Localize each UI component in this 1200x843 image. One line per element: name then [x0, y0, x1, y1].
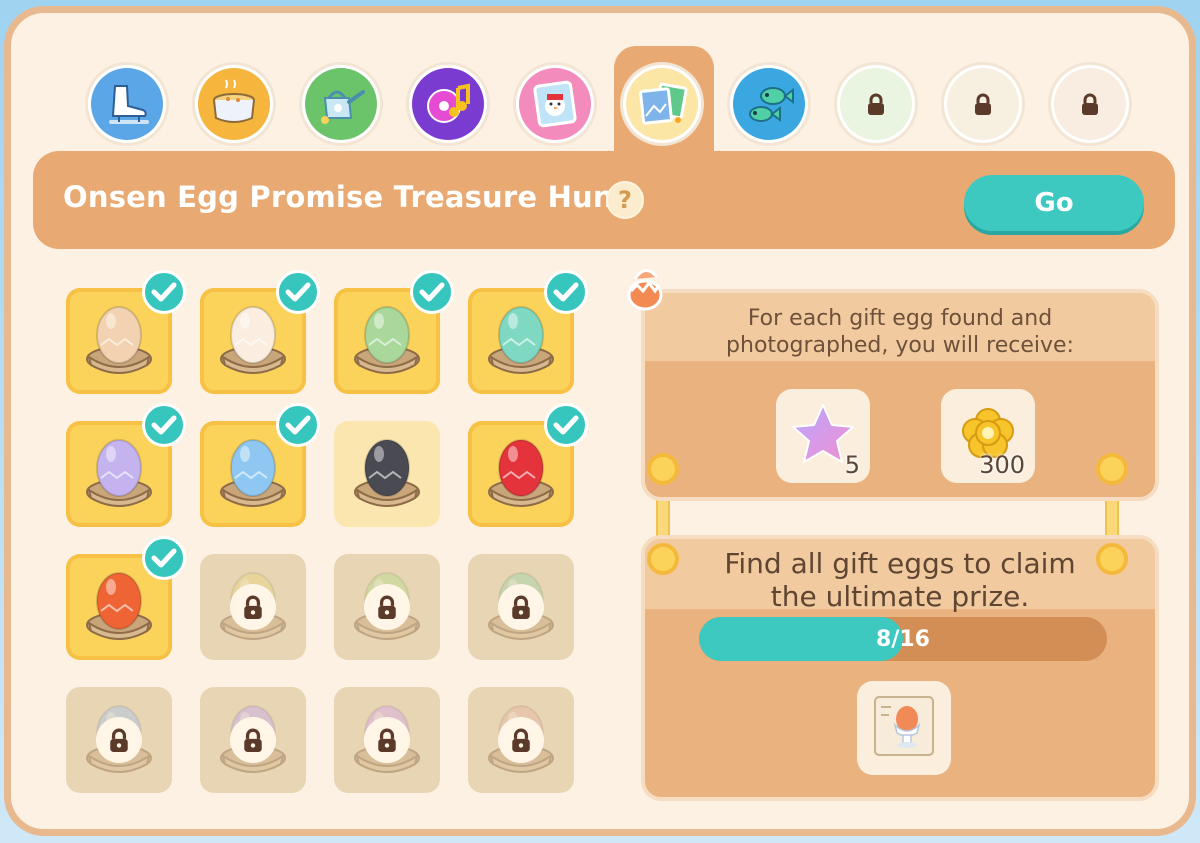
- padlock-icon: [498, 584, 544, 630]
- ice-skate-icon: [91, 68, 163, 140]
- egg-cup-recipe-icon: [867, 689, 941, 767]
- padlock-icon: [972, 93, 994, 115]
- go-button[interactable]: Go: [964, 175, 1144, 231]
- checkmark-icon: [544, 270, 588, 314]
- treasure-hunt-panel: Onsen Egg Promise Treasure Hunt ? Go For…: [4, 6, 1196, 836]
- page-title: Onsen Egg Promise Treasure Hunt: [63, 180, 628, 214]
- event-header: Onsen Egg Promise Treasure Hunt ? Go: [33, 151, 1175, 249]
- padlock-icon: [96, 717, 142, 763]
- category-tabs: [81, 46, 1141, 164]
- connector-knob: [647, 453, 679, 485]
- egg-slot[interactable]: [468, 403, 588, 527]
- tab-locked-2[interactable]: [941, 62, 1025, 146]
- padlock-icon: [230, 584, 276, 630]
- tab-ice-skate[interactable]: [85, 62, 169, 146]
- photo-album-icon: [626, 68, 698, 140]
- tab-locked-3[interactable]: [1048, 62, 1132, 146]
- connector-knob: [1096, 543, 1128, 575]
- snowman-card-icon: [519, 68, 591, 140]
- padlock-icon: [230, 717, 276, 763]
- connector-knob: [1096, 453, 1128, 485]
- prize-text-line1: Find all gift eggs to claim: [724, 547, 1076, 580]
- egg-slot[interactable]: [334, 687, 440, 793]
- padlock-icon: [364, 584, 410, 630]
- egg-slot[interactable]: [66, 270, 186, 394]
- checkmark-icon: [142, 403, 186, 447]
- progress-label: 8/16: [876, 626, 930, 652]
- checkmark-icon: [276, 270, 320, 314]
- padlock-icon: [865, 93, 887, 115]
- checkmark-icon: [142, 536, 186, 580]
- checkmark-icon: [276, 403, 320, 447]
- cracked-egg-icon: [617, 261, 673, 321]
- egg-slot[interactable]: [200, 403, 320, 527]
- egg-slot[interactable]: [468, 270, 588, 394]
- help-button[interactable]: ?: [606, 181, 644, 219]
- soup-pot-icon: [198, 68, 270, 140]
- egg-in-nest-icon: [354, 439, 420, 507]
- egg-slot[interactable]: [200, 270, 320, 394]
- tab-fish[interactable]: [727, 62, 811, 146]
- egg-slot[interactable]: [66, 403, 186, 527]
- egg-slot[interactable]: [334, 554, 440, 660]
- connector-knob: [647, 543, 679, 575]
- checkmark-icon: [544, 403, 588, 447]
- music-disc-icon: [412, 68, 484, 140]
- tab-watering-can[interactable]: [299, 62, 383, 146]
- egg-slot[interactable]: [66, 536, 186, 660]
- reward-item-star[interactable]: 5: [776, 389, 870, 483]
- fish-icon: [733, 68, 805, 140]
- reward-text-line1: For each gift egg found and: [747, 306, 1053, 331]
- ultimate-prize-box: Find all gift eggs to claim the ultimate…: [641, 535, 1159, 801]
- padlock-icon: [1079, 93, 1101, 115]
- reward-info-box: For each gift egg found and photographed…: [641, 289, 1159, 501]
- checkmark-icon: [410, 270, 454, 314]
- tab-photo-album[interactable]: [620, 62, 704, 146]
- prize-text-line2: the ultimate prize.: [770, 580, 1030, 613]
- egg-slot[interactable]: [468, 687, 574, 793]
- egg-slot[interactable]: [468, 554, 574, 660]
- tab-soup-pot[interactable]: [192, 62, 276, 146]
- egg-slot[interactable]: [200, 554, 306, 660]
- tab-music-disc[interactable]: [406, 62, 490, 146]
- watering-can-icon: [305, 68, 377, 140]
- progress-bar: 8/16: [699, 617, 1107, 661]
- egg-slot[interactable]: [334, 421, 440, 527]
- reward-count: 300: [979, 451, 1025, 479]
- padlock-icon: [364, 717, 410, 763]
- reward-item-coin[interactable]: 300: [941, 389, 1035, 483]
- checkmark-icon: [142, 270, 186, 314]
- reward-count: 5: [844, 451, 860, 479]
- padlock-icon: [498, 717, 544, 763]
- reward-text-line2: photographed, you will receive:: [726, 333, 1074, 358]
- egg-slot[interactable]: [200, 687, 306, 793]
- egg-slot[interactable]: [334, 270, 454, 394]
- egg-slot[interactable]: [66, 687, 172, 793]
- ultimate-prize-item[interactable]: [857, 681, 951, 775]
- tab-locked-1[interactable]: [834, 62, 918, 146]
- tab-snowman-card[interactable]: [513, 62, 597, 146]
